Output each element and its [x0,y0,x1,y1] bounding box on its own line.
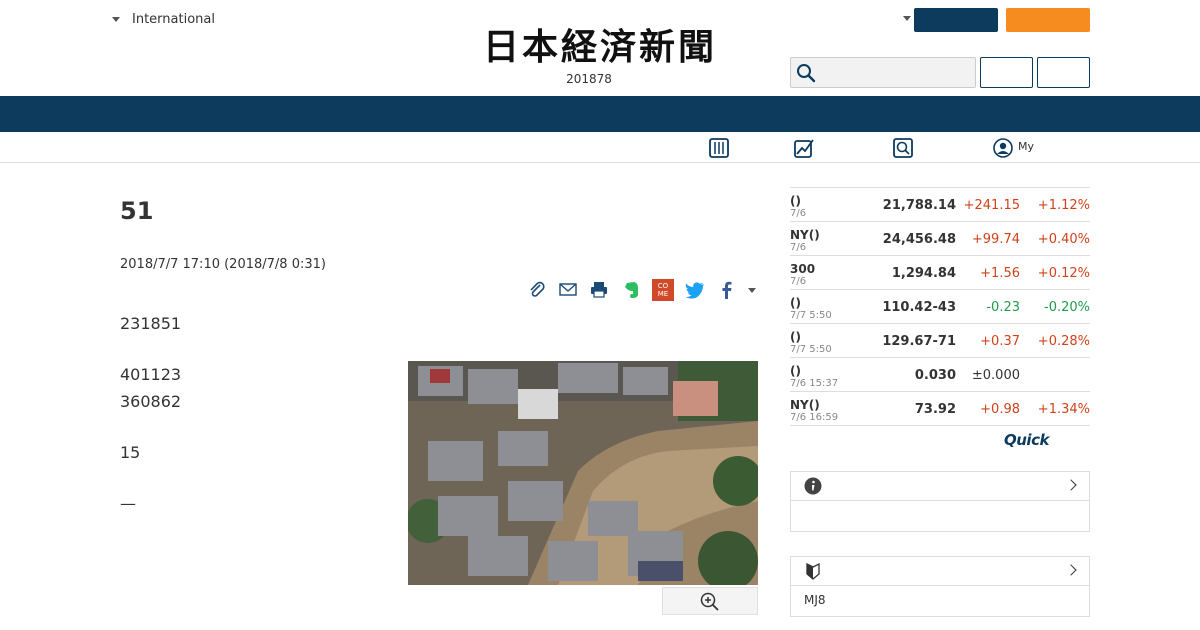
search-box[interactable] [790,57,976,88]
beginner-box-header[interactable] [791,557,1089,586]
more-caret-icon[interactable] [748,288,756,293]
my-label: My [1018,140,1035,153]
market-time: 7/6 [790,242,807,253]
caret-down-icon [112,17,120,22]
header-outline-button-2[interactable] [1037,57,1090,88]
market-change: ±0.000 [971,368,1020,383]
article-paragraph: 15 [120,443,141,462]
market-time: 7/6 16:59 [790,412,839,423]
mail-icon[interactable] [557,279,579,301]
market-percent: +1.34% [1037,402,1090,417]
market-change: +0.37 [980,334,1020,349]
search-input[interactable] [821,62,971,84]
landslide-photo [408,361,758,585]
market-time: 7/6 15:37 [790,378,839,389]
market-row[interactable]: () 7/6 15:37 0.030 ±0.000 [790,358,1090,392]
region-label: International [132,12,215,27]
market-time: 7/7 5:50 [790,344,832,355]
region-selector[interactable]: International [112,12,215,27]
market-value: 24,456.48 [882,232,956,247]
sub-nav: My [0,132,1200,163]
market-time: 7/6 [790,208,807,219]
zoom-button[interactable] [662,587,758,615]
article-paragraph: 401123 [120,365,182,384]
market-value: 21,788.14 [882,198,956,213]
paper-edition-icon[interactable] [708,137,730,159]
info-box-header[interactable] [791,472,1089,501]
market-change: -0.23 [986,300,1020,315]
market-name: NY() [790,228,820,242]
come-icon[interactable]: CO ME [652,279,674,301]
market-name: () [790,296,801,310]
market-name: () [790,194,801,208]
market-chart-icon[interactable] [793,137,815,159]
market-value: 129.67-71 [882,334,956,349]
market-percent: +0.12% [1037,266,1090,281]
market-name: 300 [790,262,816,276]
logo-text: 日本経済新聞 [482,26,717,68]
facebook-icon[interactable] [716,279,738,301]
market-percent: +0.40% [1037,232,1090,247]
market-row[interactable]: () 7/7 5:50 129.67-71 +0.37 +0.28% [790,324,1090,358]
article-paragraph: — [120,494,136,513]
market-name: NY() [790,398,820,412]
beginner-box-body: MJ8 [804,593,826,607]
chevron-right-icon [1065,479,1077,491]
search-page-icon[interactable] [892,137,914,159]
zoom-in-icon [700,592,719,611]
market-time: 7/7 5:50 [790,310,832,321]
info-box-body [791,501,1089,531]
twitter-icon[interactable] [684,279,706,301]
header-outline-button-1[interactable] [980,57,1033,88]
subscribe-button[interactable] [1006,8,1090,32]
market-row[interactable]: () 7/7 5:50 110.42-43 -0.23 -0.20% [790,290,1090,324]
market-value: 110.42-43 [882,300,956,315]
market-change: +1.56 [980,266,1020,281]
article-paragraph: 360862 [120,392,182,411]
market-time: 7/6 [790,276,807,287]
edition-date: 201878 [566,72,612,86]
market-change: +0.98 [980,402,1020,417]
market-row[interactable]: NY() 7/6 16:59 73.92 +0.98 +1.34% [790,392,1090,426]
market-row[interactable]: NY() 7/6 24,456.48 +99.74 +0.40% [790,222,1090,256]
article-timestamp: 2018/7/7 17:10 (2018/7/8 0:31) [120,257,326,272]
beginner-box: MJ8 [790,556,1090,617]
evernote-icon[interactable] [620,279,642,301]
article-title: 51 [120,197,154,225]
market-percent: +0.28% [1037,334,1090,349]
market-name: () [790,364,801,378]
main-nav-bar [0,96,1200,132]
info-icon [804,477,822,495]
market-value: 0.030 [914,368,956,383]
market-table: () 7/6 21,788.14 +241.15 +1.12% NY() 7/6… [790,187,1090,426]
market-value: 73.92 [914,402,956,417]
market-row[interactable]: 300 7/6 1,294.84 +1.56 +0.12% [790,256,1090,290]
search-icon[interactable] [796,63,816,83]
login-button[interactable] [914,8,998,32]
market-percent: +1.12% [1037,198,1090,213]
market-change: +99.74 [971,232,1020,247]
user-icon [993,138,1013,158]
market-row[interactable]: () 7/6 21,788.14 +241.15 +1.12% [790,188,1090,222]
account-caret-icon[interactable] [903,16,911,21]
article-paragraph: 231851 [120,314,182,333]
market-percent: -0.20% [1044,300,1090,315]
logo[interactable]: 日本経済新聞 [450,27,750,67]
market-value: 1,294.84 [891,266,956,281]
article-photo[interactable] [408,361,758,585]
quick-logo[interactable]: Quick [1004,431,1049,449]
chevron-right-icon [1065,564,1077,576]
market-name: () [790,330,801,344]
come-label: CO ME [657,282,669,298]
market-change: +241.15 [963,198,1020,213]
print-icon[interactable] [588,279,610,301]
clip-icon[interactable] [526,279,548,301]
info-box [790,471,1090,532]
beginner-mark-icon [806,562,820,580]
